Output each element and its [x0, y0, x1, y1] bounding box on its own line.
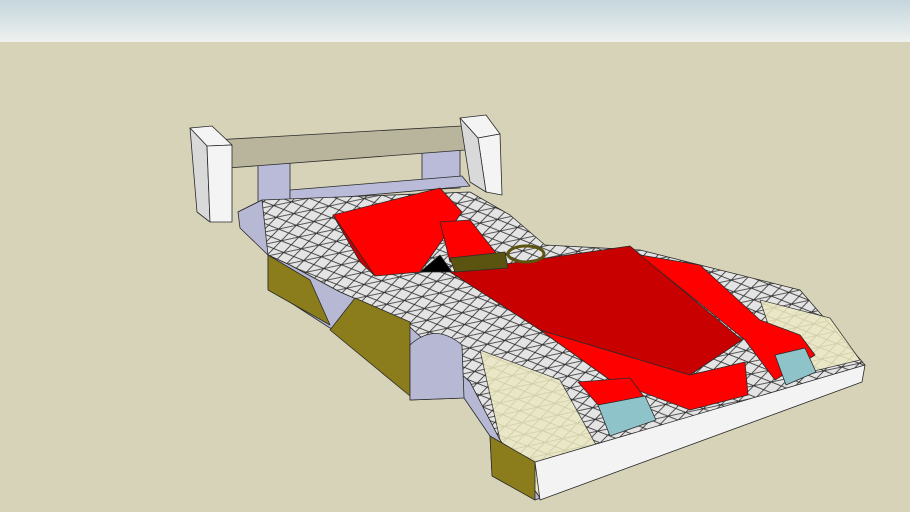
sky — [0, 0, 910, 42]
side-arch — [409, 333, 465, 401]
race-car-model — [0, 0, 910, 512]
rear-wing-endplate-left — [206, 144, 233, 223]
3d-viewport[interactable] — [0, 0, 910, 512]
